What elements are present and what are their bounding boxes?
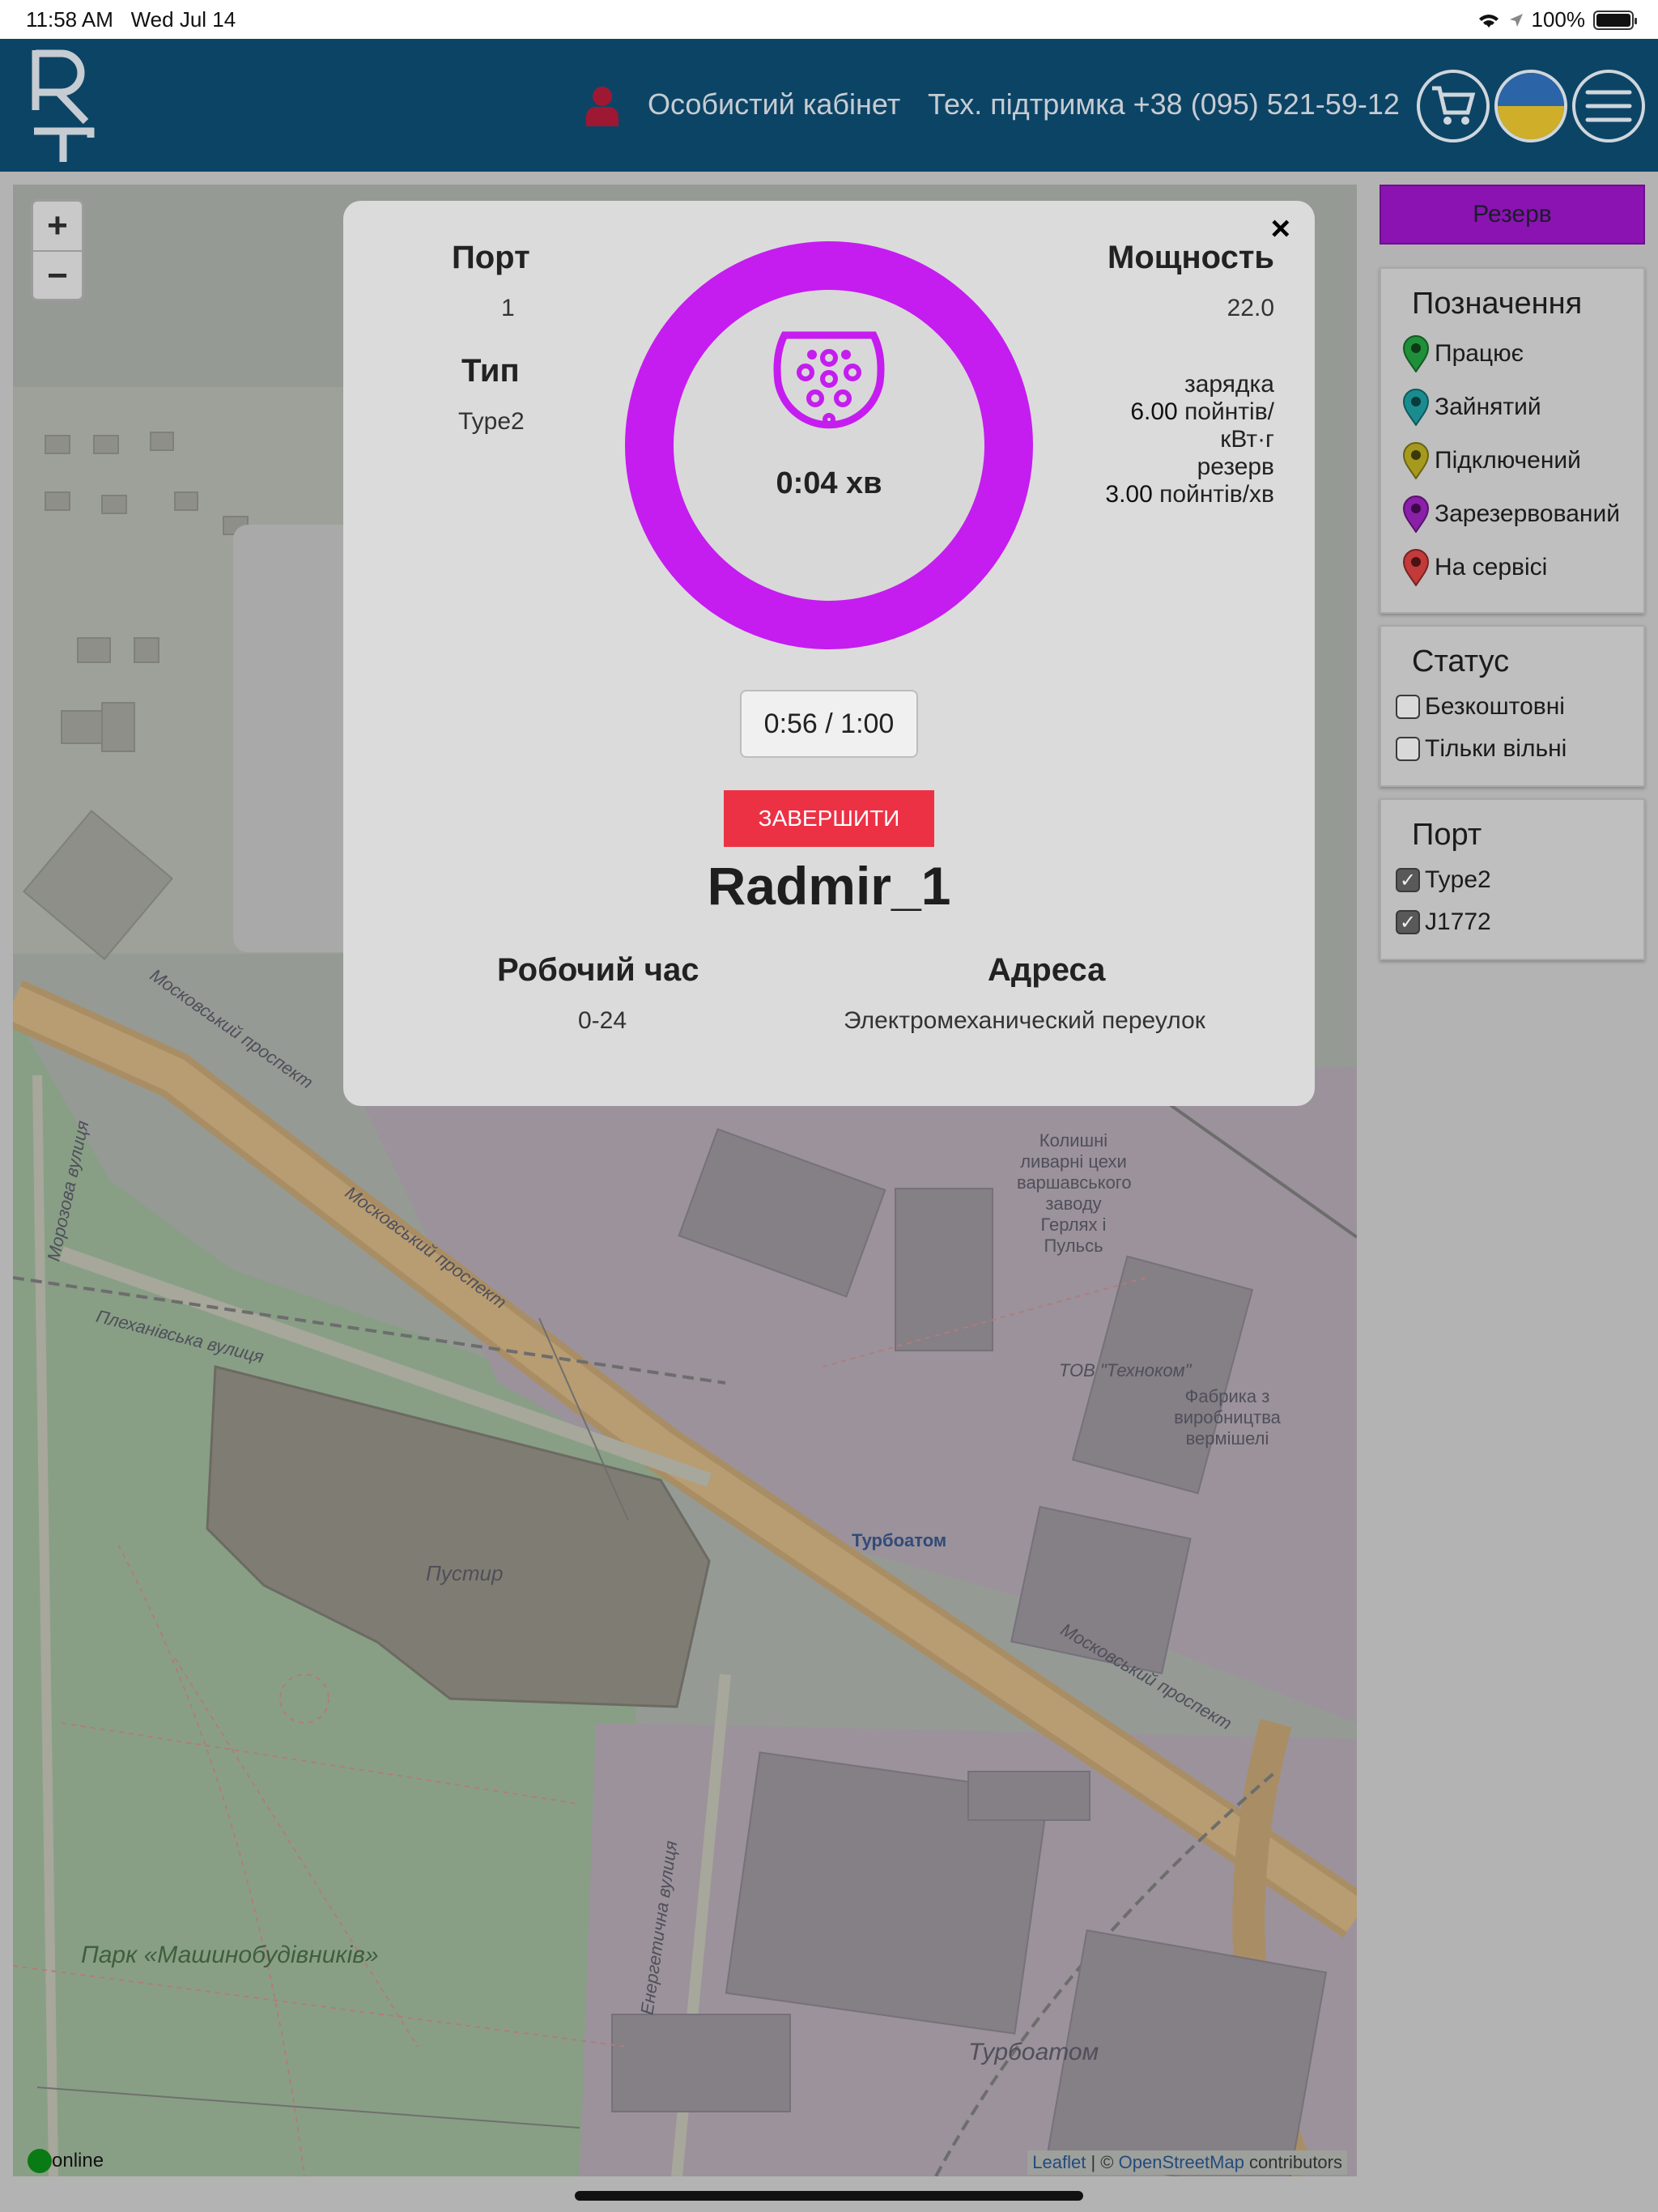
location-icon <box>1509 13 1523 27</box>
charging-unit-kwh: кВт·г <box>1220 426 1274 453</box>
status-time: 11:58 AM Wed Jul 14 <box>26 7 236 32</box>
legend-item-connected: Підключений <box>1402 442 1581 479</box>
legend-label-busy: Зайнятий <box>1435 393 1541 420</box>
charging-unit: пойнтів/ <box>1184 398 1274 425</box>
account-link[interactable]: Особистий кабінет <box>648 87 900 121</box>
port-value: 1 <box>501 295 515 321</box>
map-label-turboatom: Турбоатом <box>968 2039 1099 2065</box>
address-value: Электромеханический переулок <box>844 1007 1205 1034</box>
rates-block: зарядка 6.00 пойнтів/ кВт·г резерв 3.00 … <box>1105 371 1274 508</box>
station-name: Radmir_1 <box>707 856 951 916</box>
osm-link[interactable]: OpenStreetMap <box>1119 2152 1244 2172</box>
port-filter-title: Порт <box>1412 818 1482 852</box>
home-indicator[interactable] <box>575 2191 1083 2201</box>
legend-label-working: Працює <box>1435 340 1524 367</box>
cart-button[interactable] <box>1417 70 1490 143</box>
map-label-foundry: Колишні ливарні цехи варшавського заводу… <box>1017 1130 1132 1256</box>
filter-free-label: Безкоштовні <box>1425 693 1565 720</box>
status-right: 100% <box>1477 7 1637 32</box>
type2-connector-icon <box>773 331 885 429</box>
online-label: online <box>52 2150 104 2172</box>
logo[interactable] <box>29 47 97 164</box>
checkbox-available-only[interactable] <box>1396 737 1420 761</box>
reservation-timer: 0:56 / 1:00 <box>740 690 918 758</box>
checkbox-free[interactable] <box>1396 695 1420 719</box>
language-button[interactable] <box>1494 70 1567 143</box>
map-label-tov: ТОВ "Техноком" <box>1059 1360 1192 1380</box>
map-pin-yellow-icon <box>1402 442 1430 479</box>
map-pin-red-icon <box>1402 549 1430 586</box>
leaflet-link[interactable]: Leaflet <box>1032 2152 1086 2172</box>
legend-title: Позначення <box>1412 287 1583 321</box>
zoom-control: + − <box>31 199 84 301</box>
clock-time: 11:58 AM <box>26 7 113 32</box>
online-indicator: online <box>28 2149 104 2173</box>
filter-type2[interactable]: ✓ Type2 <box>1396 866 1491 894</box>
reserve-unit: пойнтів/хв <box>1159 481 1274 508</box>
charging-rate: 6.00 <box>1130 398 1178 425</box>
checkbox-type2[interactable]: ✓ <box>1396 868 1420 892</box>
battery-icon <box>1593 10 1637 30</box>
battery-percent: 100% <box>1531 7 1586 32</box>
attribution-contributors: contributors <box>1244 2152 1342 2172</box>
cart-icon <box>1432 86 1476 125</box>
flag-ua-icon <box>1498 73 1564 139</box>
menu-icon <box>1585 90 1632 122</box>
filter-free[interactable]: Безкоштовні <box>1396 693 1565 721</box>
hours-value: 0-24 <box>578 1007 627 1034</box>
status-title: Статус <box>1412 644 1510 678</box>
filter-j1772[interactable]: ✓ J1772 <box>1396 908 1491 936</box>
filter-available-only[interactable]: Тільки вільні <box>1396 735 1567 763</box>
online-dot-icon <box>28 2149 52 2173</box>
map-label-turboatom-stop: Турбоатом <box>852 1530 947 1551</box>
legend-item-busy: Зайнятий <box>1402 389 1541 426</box>
power-label: Мощность <box>1107 240 1274 275</box>
menu-button[interactable] <box>1572 70 1645 143</box>
legend-label-connected: Підключений <box>1435 447 1581 474</box>
zoom-out-button[interactable]: − <box>33 252 82 300</box>
reserve-rate: 3.00 <box>1105 481 1153 508</box>
filter-available-label: Тільки вільні <box>1425 735 1567 762</box>
legend-item-service: На сервісі <box>1402 549 1547 586</box>
zoom-in-button[interactable]: + <box>33 202 82 250</box>
map-label-park: Парк «Машинобудівників» <box>81 1942 379 1968</box>
map-pin-green-icon <box>1402 335 1430 372</box>
map-pin-purple-icon <box>1402 496 1430 533</box>
filter-j1772-label: J1772 <box>1425 908 1491 935</box>
legend-label-reserved: Зарезервований <box>1435 500 1620 527</box>
clock-date: Wed Jul 14 <box>130 7 236 32</box>
elapsed-time: 0:04 хв <box>776 466 882 500</box>
reserve-button[interactable]: Резерв <box>1380 185 1645 245</box>
legend-item-working: Працює <box>1402 335 1524 372</box>
address-label: Адреса <box>988 952 1106 988</box>
map-attribution: Leaflet | © OpenStreetMap contributors <box>1027 2150 1347 2175</box>
reserve-label: резерв <box>1197 453 1274 480</box>
map-pin-teal-icon <box>1402 389 1430 426</box>
charging-label: зарядка <box>1184 371 1274 398</box>
wifi-icon <box>1478 14 1499 28</box>
status-panel: Статус Безкоштовні Тільки вільні <box>1380 625 1645 787</box>
port-label: Порт <box>452 240 530 275</box>
finish-button[interactable]: ЗАВЕРШИТИ <box>724 790 934 847</box>
charging-progress-ring: 0:04 хв <box>625 241 1033 649</box>
type-label: Тип <box>461 353 520 389</box>
type-value: Type2 <box>458 408 525 435</box>
hours-label: Робочий час <box>497 952 699 988</box>
support-link[interactable]: Тех. підтримка +38 (095) 521-59-12 <box>928 87 1400 121</box>
legend-item-reserved: Зарезервований <box>1402 496 1620 533</box>
checkbox-j1772[interactable]: ✓ <box>1396 910 1420 934</box>
attribution-separator: | © <box>1086 2152 1119 2172</box>
legend-panel: Позначення Працює Зайнятий Підключений З… <box>1380 267 1645 614</box>
map-label-pustyr: Пустир <box>426 1561 504 1585</box>
filter-type2-label: Type2 <box>1425 866 1491 893</box>
ios-status-bar: 11:58 AM Wed Jul 14 100% <box>0 0 1658 39</box>
power-value: 22.0 <box>1226 295 1274 321</box>
map-label-factory: Фабрика з виробництва вермішелі <box>1174 1386 1281 1448</box>
station-modal: × Порт 1 Тип Type2 Мощность 22.0 зарядка… <box>343 201 1315 1106</box>
user-icon[interactable] <box>585 86 620 126</box>
legend-label-service: На сервісі <box>1435 554 1548 581</box>
port-panel: Порт ✓ Type2 ✓ J1772 <box>1380 798 1645 960</box>
